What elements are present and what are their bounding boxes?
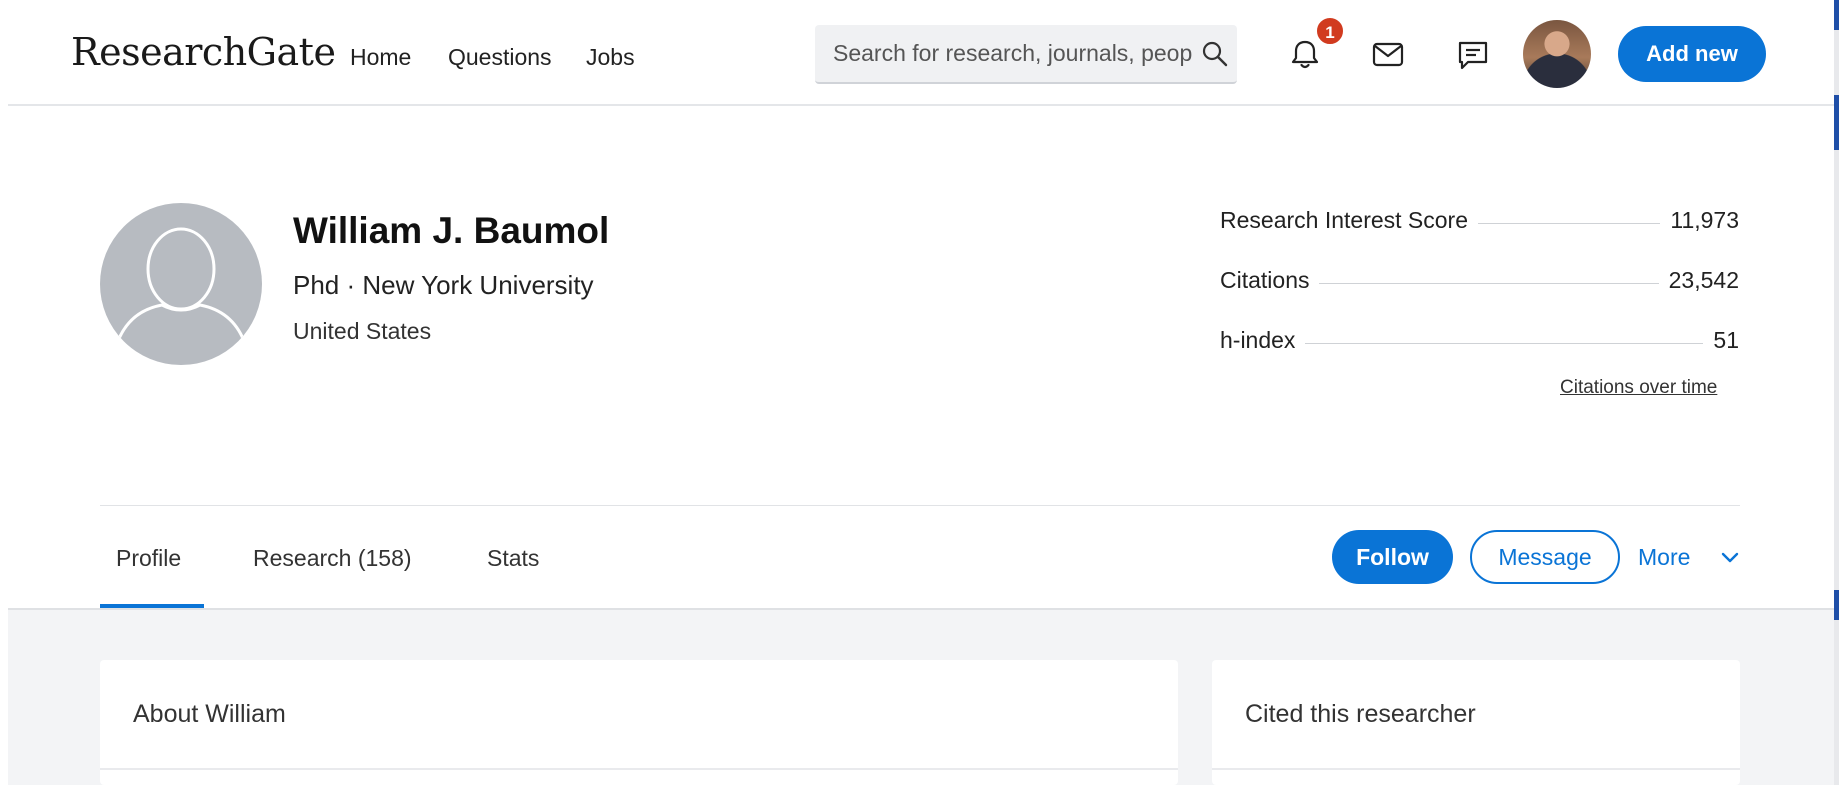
page: ResearchGate Home Questions Jobs 1 Add n… xyxy=(0,0,1839,785)
stat-label: h-index xyxy=(1220,327,1306,354)
nav-questions[interactable]: Questions xyxy=(448,44,552,71)
nav-jobs[interactable]: Jobs xyxy=(586,44,635,71)
tab-stats[interactable]: Stats xyxy=(487,545,539,572)
card-divider xyxy=(100,768,1178,770)
cited-card-title: Cited this researcher xyxy=(1245,700,1476,728)
stat-research-interest: Research Interest Score 11,973 xyxy=(1220,207,1739,239)
cited-researcher-card: Cited this researcher xyxy=(1212,660,1740,785)
notification-badge: 1 xyxy=(1315,16,1345,46)
stat-value: 11,973 xyxy=(1660,207,1739,234)
search-icon[interactable] xyxy=(1201,40,1229,68)
mail-icon[interactable] xyxy=(1370,36,1406,72)
more-menu-button[interactable]: More xyxy=(1638,530,1742,584)
more-label: More xyxy=(1638,544,1691,570)
stat-value: 23,542 xyxy=(1658,267,1739,294)
profile-avatar xyxy=(100,203,262,365)
add-new-button[interactable]: Add new xyxy=(1618,26,1766,82)
tab-research[interactable]: Research (158) xyxy=(253,545,412,572)
researchgate-logo[interactable]: ResearchGate xyxy=(71,30,336,74)
window-edge-accent xyxy=(1834,0,1839,30)
about-card: About William xyxy=(100,660,1178,785)
search-input[interactable] xyxy=(833,25,1193,81)
search-box xyxy=(815,25,1237,84)
person-placeholder-icon xyxy=(116,227,246,342)
card-divider xyxy=(1212,768,1740,770)
tab-profile[interactable]: Profile xyxy=(116,545,181,572)
citations-over-time-link[interactable]: Citations over time xyxy=(1560,377,1717,399)
stat-value: 51 xyxy=(1703,327,1739,354)
window-edge-accent xyxy=(1834,590,1839,620)
stat-citations: Citations 23,542 xyxy=(1220,267,1739,299)
profile-name: William J. Baumol xyxy=(293,210,610,251)
about-card-title: About William xyxy=(133,700,286,728)
profile-divider xyxy=(100,505,1740,506)
user-avatar[interactable] xyxy=(1523,20,1591,88)
nav-home[interactable]: Home xyxy=(350,44,411,71)
message-button[interactable]: Message xyxy=(1470,530,1620,584)
window-edge-accent xyxy=(1834,95,1839,150)
chat-icon[interactable] xyxy=(1455,37,1491,73)
follow-button[interactable]: Follow xyxy=(1332,530,1453,584)
profile-location: United States xyxy=(293,318,432,344)
stat-h-index: h-index 51 xyxy=(1220,327,1739,359)
stat-label: Research Interest Score xyxy=(1220,207,1479,234)
bell-icon[interactable] xyxy=(1287,36,1323,72)
profile-degree-institution: Phd · New York University xyxy=(293,270,594,300)
stat-label: Citations xyxy=(1220,267,1320,294)
chevron-down-icon xyxy=(1721,552,1739,563)
